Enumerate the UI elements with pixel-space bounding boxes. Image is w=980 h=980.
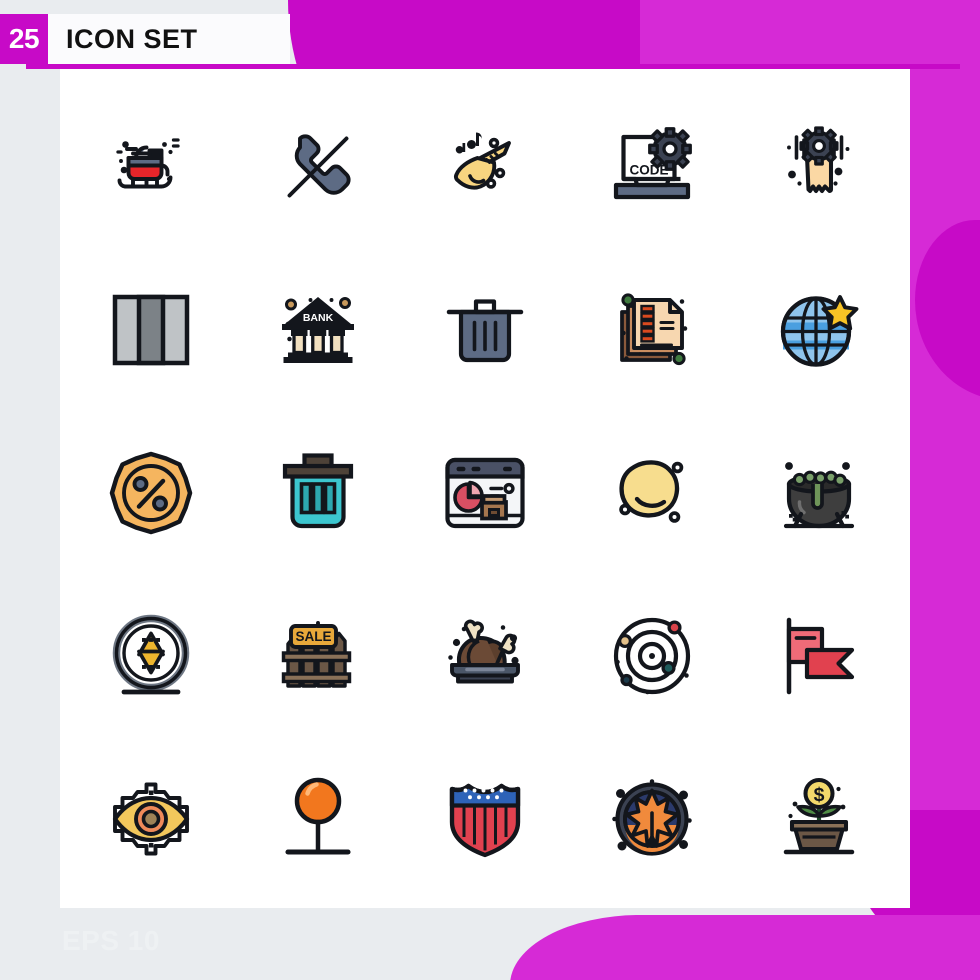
icon-cell-trash[interactable] <box>402 249 569 412</box>
decorative-blob-bottom-light <box>510 915 980 980</box>
recycle-bin-icon <box>283 453 354 529</box>
decorative-blob-right-dark <box>915 220 980 400</box>
balloon-pin-icon <box>285 777 351 855</box>
eps-format-label: EPS 10 <box>62 925 160 956</box>
usa-shield-icon <box>449 783 521 857</box>
columns-layout-icon <box>113 294 190 366</box>
coding-laptop-icon: CODE <box>613 127 692 200</box>
documents-stack-icon <box>619 293 688 366</box>
icon-cell-maple-leaf[interactable] <box>568 737 735 900</box>
dashboard-browser-icon <box>445 457 525 529</box>
header: 25 ICON SET <box>0 14 290 64</box>
cauldron-icon <box>783 462 854 529</box>
bank-label: BANK <box>303 312 334 324</box>
lemon-icon <box>619 460 684 523</box>
icon-cell-money-growth[interactable]: $ <box>735 737 902 900</box>
icon-cell-cauldron[interactable] <box>735 412 902 575</box>
saxophone-icon <box>453 132 511 191</box>
flag-icon <box>786 617 854 695</box>
icon-cell-star-of-david[interactable] <box>68 574 235 737</box>
icon-cell-usa-shield[interactable] <box>402 737 569 900</box>
icon-cell-call-off[interactable] <box>235 86 402 249</box>
money-plant-icon: $ <box>783 777 854 854</box>
call-off-icon <box>287 134 351 198</box>
decorative-blob-right-light <box>905 0 980 980</box>
icon-cell-solar-system[interactable] <box>568 574 735 737</box>
icon-cell-vision-settings[interactable] <box>68 737 235 900</box>
icon-grid: CODE BANK SALE $ <box>60 68 910 908</box>
global-star-icon <box>780 295 859 367</box>
icon-cell-saxophone[interactable] <box>402 86 569 249</box>
solar-system-icon <box>613 617 690 695</box>
icon-cell-documents[interactable] <box>568 249 735 412</box>
discount-badge-icon <box>110 451 193 535</box>
icon-cell-roast-turkey[interactable] <box>402 574 569 737</box>
icon-cell-discount[interactable] <box>68 412 235 575</box>
maple-leaf-emblem-icon <box>612 778 692 856</box>
header-divider <box>26 64 960 69</box>
icon-cell-business-report[interactable] <box>402 412 569 575</box>
page-title: ICON SET <box>66 23 198 54</box>
sale-label: SALE <box>296 629 332 644</box>
icon-cell-sale-fence[interactable]: SALE <box>235 574 402 737</box>
icon-card: CODE BANK SALE $ <box>60 68 910 908</box>
icon-cell-lemon[interactable] <box>568 412 735 575</box>
icon-cell-global-favorite[interactable] <box>735 249 902 412</box>
icon-cell-bank[interactable]: BANK <box>235 249 402 412</box>
sale-fence-icon: SALE <box>281 620 352 688</box>
sleigh-icon <box>116 138 181 189</box>
icon-cell-coding[interactable]: CODE <box>568 86 735 249</box>
roast-turkey-icon <box>448 619 520 684</box>
icon-count-badge: 25 <box>0 14 48 64</box>
icon-cell-recycle-bin[interactable] <box>235 412 402 575</box>
icon-set-page: 25 ICON SET CODE BANK SALE $ EPS 10 <box>0 0 980 980</box>
star-of-david-icon <box>113 614 190 695</box>
icon-cell-columns[interactable] <box>68 249 235 412</box>
bank-building-icon: BANK <box>282 297 355 364</box>
icon-cell-sleigh[interactable] <box>68 86 235 249</box>
vision-gear-eye-icon <box>113 782 190 856</box>
skills-person-icon <box>786 126 850 194</box>
trash-bin-icon <box>446 299 524 363</box>
icon-cell-skills[interactable] <box>735 86 902 249</box>
icon-cell-flag[interactable] <box>735 574 902 737</box>
icon-cell-balloon[interactable] <box>235 737 402 900</box>
dollar-glyph: $ <box>813 784 824 806</box>
